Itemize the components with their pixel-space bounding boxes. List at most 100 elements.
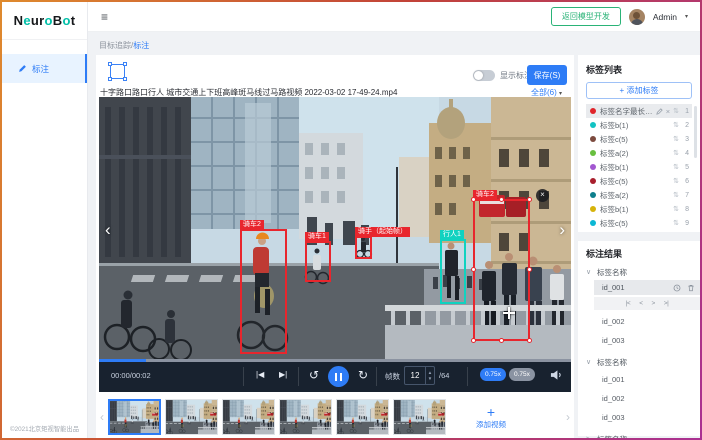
resize-handle[interactable] [527, 338, 532, 343]
speed-secondary-pill[interactable]: 0.75x [509, 368, 535, 381]
label-row[interactable]: 标签b(1)⇅8 [586, 202, 692, 216]
breadcrumb-current: 标注 [133, 41, 149, 50]
result-item[interactable]: id_003 [586, 408, 692, 427]
prev-frame-icon[interactable]: |◀ [256, 370, 264, 379]
label-color-dot [590, 206, 596, 212]
prev-page-icon[interactable]: < [639, 300, 642, 307]
video-thumbnail[interactable] [165, 399, 218, 435]
label-row[interactable]: 标签c(5)⇅3 [586, 132, 692, 146]
progress-fill [99, 359, 146, 362]
scrollbar-thumb[interactable] [694, 106, 697, 158]
sort-icon[interactable]: ⇅ [673, 135, 679, 143]
result-group-header[interactable]: ∨标签名称 [586, 354, 692, 370]
bbox-cyclist-1[interactable]: 骑车1 [305, 241, 331, 282]
result-item[interactable]: id_003 [586, 331, 692, 350]
sort-icon[interactable]: ⇅ [673, 205, 679, 213]
prev-video-chevron[interactable]: ‹ [105, 221, 111, 238]
result-item-selected[interactable]: id_001 [594, 280, 700, 295]
video-thumbnail[interactable] [222, 399, 275, 435]
breadcrumb-parent[interactable]: 目标追踪 [99, 41, 131, 50]
result-item[interactable]: id_001 [586, 370, 692, 389]
avatar[interactable] [629, 9, 645, 25]
label-row[interactable]: 标签b(1)⇅5 [586, 160, 692, 174]
label-row[interactable]: 标签a(2)⇅7 [586, 188, 692, 202]
label-color-dot [590, 122, 596, 128]
thumbs-prev-chevron[interactable]: ‹ [96, 410, 108, 424]
label-row[interactable]: 标签b(1)⇅2 [586, 118, 692, 132]
resize-handle[interactable] [471, 197, 476, 202]
label-row[interactable]: 标签名字最长数... × ⇅ 1 [586, 104, 692, 118]
sort-icon[interactable]: ⇅ [673, 177, 679, 185]
show-annotation-toggle-group: 显示标注 [473, 70, 532, 81]
sort-icon[interactable]: ⇅ [673, 107, 679, 115]
header-right: 返回模型开发 Admin ▾ [551, 7, 700, 26]
result-item[interactable]: id_002 [586, 312, 692, 331]
plus-icon: + [487, 405, 495, 419]
rect-select-tool-icon[interactable] [110, 64, 125, 79]
rewind-10-icon[interactable]: ↺ [309, 368, 319, 382]
last-page-icon[interactable]: >| [664, 300, 668, 307]
resize-handle[interactable] [499, 197, 504, 202]
logo-letter: N [14, 13, 24, 28]
speed-active-pill[interactable]: 0.75x [480, 368, 506, 381]
edit-icon[interactable] [656, 108, 663, 115]
bbox-cyclist-2[interactable]: 骑车2 [240, 229, 287, 354]
label-list-title: 标签列表 [586, 63, 692, 76]
next-frame-icon[interactable]: ▶| [279, 370, 287, 379]
label-row[interactable]: 标签c(5)⇅9 [586, 216, 692, 230]
delete-label-icon[interactable]: × [666, 107, 670, 116]
video-thumbnail[interactable] [108, 399, 161, 435]
video-thumbnail[interactable] [393, 399, 446, 435]
collapse-menu-icon[interactable]: ≡ [101, 11, 108, 23]
resize-handle[interactable] [527, 197, 532, 202]
next-page-icon[interactable]: > [652, 300, 655, 307]
result-group-header[interactable]: >标签名称 [586, 431, 692, 438]
user-name[interactable]: Admin [653, 12, 677, 22]
show-annotation-toggle[interactable] [473, 70, 495, 81]
add-video-button[interactable]: + 添加视频 [456, 397, 526, 437]
forward-10-icon[interactable]: ↻ [358, 368, 368, 382]
bbox-label: 行人1 [440, 230, 464, 240]
label-row[interactable]: 标签c(5)⇅6 [586, 174, 692, 188]
resize-handle[interactable] [527, 267, 532, 272]
bbox-selected[interactable]: 骑车2 [473, 199, 530, 341]
resize-handle[interactable] [499, 338, 504, 343]
video-thumbnail[interactable] [279, 399, 332, 435]
progress-bar[interactable] [99, 359, 571, 362]
first-page-icon[interactable]: |< [626, 300, 630, 307]
video-canvas[interactable]: 骑车2 骑车1 骑手（起始帧） 行人1 骑车2 × [99, 97, 571, 359]
expand-caret-icon: ∨ [586, 358, 593, 366]
sort-icon[interactable]: ⇅ [673, 149, 679, 157]
trash-icon[interactable] [687, 284, 695, 292]
result-group-header[interactable]: ∨标签名称 [586, 264, 692, 280]
chevron-down-icon[interactable]: ▾ [685, 13, 688, 20]
next-video-chevron[interactable]: › [559, 221, 565, 238]
sort-icon[interactable]: ⇅ [673, 191, 679, 199]
history-icon[interactable] [673, 284, 681, 292]
frame-number-input[interactable]: 12 ▲▼ [404, 366, 435, 385]
label-row[interactable]: 标签a(2)⇅4 [586, 146, 692, 160]
collapse-caret-icon: > [586, 436, 593, 439]
sort-icon[interactable]: ⇅ [673, 163, 679, 171]
pause-button[interactable] [328, 366, 349, 387]
delete-annotation-icon[interactable]: × [536, 189, 549, 202]
result-item[interactable]: id_002 [586, 389, 692, 408]
back-to-model-dev-button[interactable]: 返回模型开发 [551, 7, 621, 26]
bbox-rider-startframe[interactable]: 骑手（起始帧） [355, 236, 372, 259]
logo-letter: t [71, 13, 76, 28]
sort-icon[interactable]: ⇅ [673, 121, 679, 129]
volume-icon[interactable] [550, 369, 563, 381]
save-button[interactable]: 保存(S) [527, 65, 567, 85]
sort-icon[interactable]: ⇅ [673, 219, 679, 227]
frame-stepper[interactable]: ▲▼ [425, 367, 434, 384]
add-label-button[interactable]: + 添加标签 [586, 82, 692, 99]
logo-letter: e [23, 13, 31, 28]
annotation-results-section: 标注结果 ∨标签名称 id_001 |< < > >| id_002 id_00… [578, 241, 700, 438]
frame-number-value[interactable]: 12 [405, 367, 425, 384]
bbox-pedestrian-1[interactable]: 行人1 [440, 239, 466, 304]
video-thumbnail[interactable] [336, 399, 389, 435]
thumbs-next-chevron[interactable]: › [562, 410, 574, 424]
resize-handle[interactable] [471, 267, 476, 272]
sidebar-item-annotate[interactable]: 标注 [2, 54, 87, 83]
resize-handle[interactable] [471, 338, 476, 343]
